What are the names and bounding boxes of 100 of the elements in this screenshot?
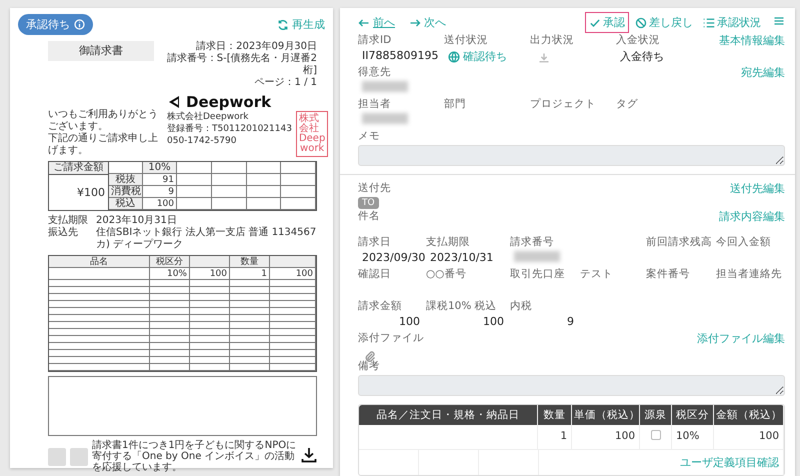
table-cell — [246, 198, 282, 210]
table-cell: 税抜 — [109, 174, 143, 186]
blurred-text — [362, 81, 408, 92]
blurred-text — [514, 251, 560, 262]
document-meta: ページ：1 / 1 — [254, 77, 317, 89]
remarks-field[interactable] — [358, 375, 785, 396]
edit-link[interactable]: 宛先編集 — [741, 65, 785, 80]
info-icon — [74, 19, 85, 30]
menu-icon — [773, 15, 785, 27]
payment-label: 振込先 — [48, 227, 79, 240]
return-button[interactable]: 差し戻し — [631, 12, 697, 33]
field-label: 入金状況 — [616, 33, 661, 47]
table-cell — [212, 198, 246, 210]
company-info: 050-1742-5790 — [167, 135, 238, 147]
field-value: 2023/09/30 — [361, 251, 426, 264]
edit-link[interactable]: 基本情報編集 — [719, 33, 785, 48]
field-label: 支払期限 — [426, 235, 471, 249]
total-amount: ¥100 — [76, 184, 106, 200]
withholding-checkbox[interactable] — [650, 430, 660, 440]
status-badge: 承認待ち — [18, 14, 93, 35]
field-label: 取引先口座 — [510, 267, 566, 281]
field-label: 担当者連絡先 — [716, 267, 783, 281]
blurred-text — [362, 113, 408, 124]
table-cell — [212, 174, 246, 186]
field-label: 送付先 — [358, 181, 392, 195]
edit-link[interactable]: 送付先編集 — [730, 181, 785, 196]
field-label: 今回入金額 — [716, 235, 772, 249]
table-cell — [212, 162, 246, 174]
field-value: II7885809195 — [361, 49, 440, 62]
paperclip-icon — [364, 350, 376, 362]
field-label: 請求金額 — [358, 299, 403, 313]
previous-link[interactable]: 前へ — [358, 15, 395, 30]
field-label: 請求ID — [358, 33, 392, 47]
company-info: 登録番号：T5011201021143 — [167, 123, 292, 135]
prohibited-icon — [635, 16, 647, 28]
table-cell — [281, 198, 316, 210]
table-cell: 10% — [672, 425, 714, 449]
table-cell: 9 — [143, 186, 177, 198]
field-label: 案件番号 — [646, 267, 691, 281]
custom-fields-link[interactable]: ユーザ定義項目確認 — [680, 455, 779, 470]
table-cell: 消費税 — [109, 186, 143, 198]
company-logo: Deepwork — [167, 93, 317, 111]
table-cell — [246, 162, 282, 174]
greeting-text: 下記の通りご請求申し上げます。 — [48, 133, 159, 157]
table-cell: 数量 — [230, 256, 270, 268]
table-cell: 税区分 — [150, 256, 190, 268]
field-label: 出力状況 — [530, 33, 575, 47]
table-cell: 91 — [143, 174, 177, 186]
field-label: 課税10% 税込 — [426, 299, 498, 313]
field-label: 内税 — [510, 299, 533, 313]
regenerate-link[interactable]: 再生成 — [277, 17, 325, 32]
memo-field[interactable] — [358, 145, 785, 166]
document-meta: 請求日：2023年09月30日 — [196, 41, 317, 52]
table-cell — [246, 186, 282, 198]
field-label: メモ — [358, 129, 381, 143]
seal-stamp: 株式会社 Deep work — [296, 111, 328, 157]
table-cell — [281, 174, 316, 186]
recipient-badge: TO — [358, 197, 379, 209]
field-label: プロジェクト — [530, 97, 597, 111]
field-label: 確認日 — [358, 267, 392, 281]
approval-status-button[interactable]: 承認状況 — [699, 12, 765, 33]
table-cell — [177, 174, 212, 186]
edit-link[interactable]: 請求内容編集 — [719, 209, 785, 224]
table-cell — [270, 256, 316, 268]
table-cell: 100 — [572, 425, 640, 449]
edit-link[interactable]: 添付ファイル編集 — [697, 331, 785, 346]
table-cell: 100 — [190, 268, 230, 280]
field-value: 100 — [482, 315, 505, 328]
next-link[interactable]: 次へ — [409, 15, 446, 30]
field-value: 9 — [566, 315, 575, 328]
field-label: 担当者 — [358, 97, 392, 111]
table-cell — [177, 198, 212, 210]
document-title: 御請求書 — [48, 41, 154, 61]
table-cell: 100 — [714, 425, 784, 449]
table-cell: 100 — [143, 198, 177, 210]
table-cell — [246, 174, 282, 186]
field-label: 送付状況 — [444, 33, 489, 47]
document-meta: 請求番号：S-[債務先名・月遅番2桁] — [166, 53, 317, 77]
approve-button[interactable]: 承認 — [585, 12, 629, 33]
field-value: 100 — [398, 315, 421, 328]
download-icon — [538, 52, 550, 64]
arrow-right-icon — [409, 16, 421, 28]
company-info: 株式会社Deepwork — [167, 111, 250, 123]
field-value: 入金待ち — [619, 49, 665, 64]
table-cell: 1 — [538, 425, 572, 449]
table-header-cell: ご請求金額 — [49, 162, 108, 175]
table-cell — [109, 162, 143, 174]
field-label: ○○番号 — [426, 267, 468, 281]
field-label: 部門 — [444, 97, 467, 111]
field-label: 添付ファイル — [358, 331, 425, 345]
table-cell — [212, 186, 246, 198]
field-label: 請求日 — [358, 235, 392, 249]
greeting-text: いつもご利用ありがとうございます。 — [48, 109, 159, 132]
table-cell: 10% — [150, 268, 190, 280]
status-link[interactable]: 確認待ち — [444, 49, 530, 64]
field-label: 得意先 — [358, 65, 392, 79]
field-label: 件名 — [358, 209, 381, 223]
field-label: 前回請求残高 — [646, 235, 713, 249]
table-cell — [281, 162, 316, 174]
field-label: 備考 — [358, 359, 381, 373]
